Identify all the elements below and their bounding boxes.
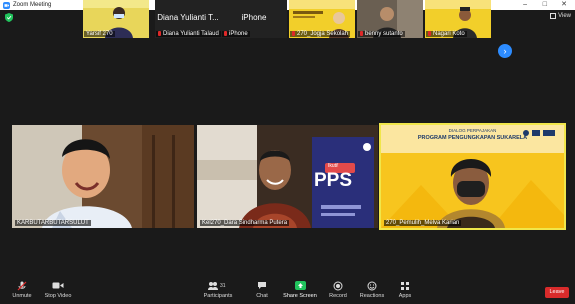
stop-video-label: Stop Video <box>44 293 72 299</box>
participant-video <box>12 125 194 228</box>
participant-name: Yarsif 270 <box>84 31 115 37</box>
participant-name-header: iPhone <box>241 13 267 22</box>
meeting-toolbar: Unmute Stop Video 31 Participants Chat S… <box>0 279 575 304</box>
participant-name: Nagari Koto <box>433 31 465 37</box>
video-tile-melva[interactable]: DIALOG PERPAJAKAN PROGRAM PENGUNGKAPAN S… <box>379 123 566 230</box>
muted-mic-icon <box>224 30 227 36</box>
participant-count: 31 <box>220 283 226 289</box>
participant-thumb-iphone[interactable]: iPhone iPhone <box>221 0 287 38</box>
participant-name-header: Diana Yulianti T... <box>157 13 219 22</box>
slide-badge: Ikuti! <box>328 163 339 169</box>
participant-name: 270_Pemulih_Melva Karian <box>384 220 462 226</box>
muted-mic-icon <box>292 30 295 36</box>
share-screen-label: Share Screen <box>283 293 317 299</box>
next-page-button[interactable]: › <box>498 44 512 58</box>
share-screen-icon <box>280 281 320 290</box>
apps-label: Apps <box>398 293 412 299</box>
slide-logo: PPS <box>314 170 353 191</box>
view-label: View <box>558 13 571 19</box>
participant-name: Kel270_Dara Sindharma Putera <box>200 220 290 226</box>
leave-button[interactable]: Leave <box>545 287 569 298</box>
share-screen-button[interactable]: Share Screen <box>280 281 320 299</box>
maximize-button[interactable]: □ <box>543 0 547 10</box>
reactions-label: Reactions <box>359 293 385 299</box>
apps-button[interactable]: Apps <box>385 281 425 299</box>
apps-icon <box>385 281 425 290</box>
video-tile-dara[interactable]: PPS Ikuti! Kel270_Dara Sindharma Putera <box>197 125 378 228</box>
participant-name: iPhone <box>229 31 248 37</box>
window-title: Zoom Meeting <box>13 2 52 8</box>
participants-label: Participants <box>203 293 233 299</box>
participant-thumb-diana[interactable]: Diana Yulianti T... Diana Yulianti Talau… <box>155 0 221 38</box>
video-tile-karbut[interactable]: KARBUTARBUTARSULUT <box>12 125 194 228</box>
muted-mic-icon <box>158 30 161 36</box>
muted-mic-icon <box>428 30 431 36</box>
participant-name: KARBUTARBUTARSULUT <box>15 220 91 226</box>
participant-name-label: benny sutanto <box>358 30 405 37</box>
zoom-logo-icon <box>3 2 10 9</box>
participant-name: Diana Yulianti Talaud <box>163 31 219 37</box>
participants-icon: 31 <box>198 281 238 290</box>
participant-thumb-yarsif[interactable]: Yarsif 270 <box>83 0 149 38</box>
security-shield-icon[interactable] <box>5 13 13 22</box>
participant-name-label: Nagari Koto <box>426 30 467 37</box>
participant-name: 270_Jogja Sekolah <box>297 31 349 37</box>
chat-label: Chat <box>256 293 268 299</box>
grid-view-icon <box>550 13 557 19</box>
participant-thumb-nagari[interactable]: Nagari Koto <box>425 0 491 38</box>
participant-thumb-benny[interactable]: benny sutanto <box>357 0 423 38</box>
record-label: Record <box>329 293 347 299</box>
participant-thumb-jogja[interactable]: 270_Jogja Sekolah <box>289 0 355 38</box>
video-camera-icon <box>38 281 78 290</box>
unmute-button[interactable]: Unmute <box>2 281 42 299</box>
chevron-right-icon: › <box>503 46 507 56</box>
muted-mic-icon <box>360 30 363 36</box>
view-button[interactable]: View <box>550 13 571 19</box>
unmute-label: Unmute <box>12 293 32 299</box>
participant-name-label: 270_Jogja Sekolah <box>290 30 351 37</box>
banner-subtitle: DIALOG PERPAJAKAN <box>448 128 497 133</box>
minimize-button[interactable]: – <box>523 0 527 10</box>
participant-name-label: iPhone <box>222 30 250 37</box>
banner-title: PROGRAM PENGUNGKAPAN SUKARELA <box>417 135 528 141</box>
chat-bubble-icon <box>242 281 282 290</box>
participants-button[interactable]: 31 Participants <box>198 281 238 299</box>
chat-button[interactable]: Chat <box>242 281 282 299</box>
participant-name: benny sutanto <box>365 31 403 37</box>
muted-microphone-icon <box>2 281 42 291</box>
participant-name-label: Diana Yulianti Talaud <box>156 30 221 37</box>
stop-video-button[interactable]: Stop Video <box>38 281 78 299</box>
close-button[interactable]: ✕ <box>561 0 567 10</box>
